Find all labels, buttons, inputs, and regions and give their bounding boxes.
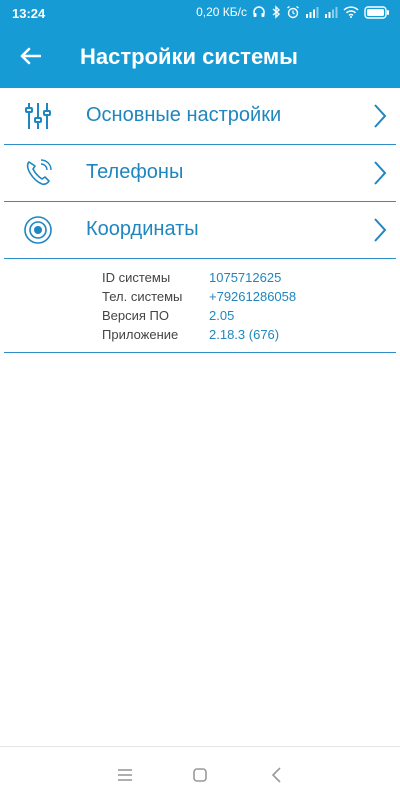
menu-item-label: Основные настройки (86, 104, 282, 126)
signal-icon (324, 6, 338, 18)
info-value: +79261286058 (209, 289, 297, 304)
system-nav-bar (0, 746, 400, 801)
battery-icon (364, 5, 390, 19)
menu-item-coordinates[interactable]: Координаты (4, 202, 396, 259)
network-rate: 0,20 КБ/с (196, 5, 247, 19)
info-label: ID системы (102, 270, 171, 285)
system-info: ID системы 1075712625 Тел. системы +7926… (4, 260, 396, 353)
alarm-icon (286, 5, 300, 19)
chevron-right-icon (370, 216, 390, 244)
chevron-right-icon (370, 102, 390, 130)
bluetooth-icon (271, 5, 281, 19)
chevron-right-icon (370, 159, 390, 187)
status-bar: 13:24 0,20 КБ/с (0, 0, 400, 28)
info-label: Приложение (102, 327, 179, 342)
menu-item-label: Координаты (86, 218, 199, 240)
info-value: 2.05 (209, 308, 235, 323)
status-time: 13:24 (12, 6, 46, 21)
menu-item-label: Телефоны (86, 161, 184, 183)
back-nav-icon[interactable] (266, 764, 288, 786)
location-target-icon (20, 212, 56, 248)
menu-icon[interactable] (114, 764, 136, 786)
menu-item-phones[interactable]: Телефоны (4, 145, 396, 202)
arrow-left-icon (19, 47, 42, 70)
page-title: Настройки системы (80, 44, 298, 69)
headphones-icon (252, 5, 266, 19)
info-value: 1075712625 (209, 270, 282, 285)
sliders-icon (20, 98, 56, 134)
home-icon[interactable] (189, 764, 211, 786)
wifi-icon (343, 6, 359, 18)
app-bar: Настройки системы (0, 28, 400, 88)
signal-icon (305, 6, 319, 18)
phone-icon (20, 155, 56, 191)
status-icons: 0,20 КБ/с (196, 5, 390, 19)
info-label: Версия ПО (102, 308, 169, 323)
top-bar: 13:24 0,20 КБ/с Настройки системы (0, 0, 400, 88)
info-value: 2.18.3 (676) (209, 327, 280, 342)
settings-menu: Основные настройки Телефоны Координаты (0, 88, 400, 259)
back-button[interactable] (12, 40, 48, 76)
menu-item-basic-settings[interactable]: Основные настройки (4, 88, 396, 145)
info-label: Тел. системы (102, 289, 183, 304)
